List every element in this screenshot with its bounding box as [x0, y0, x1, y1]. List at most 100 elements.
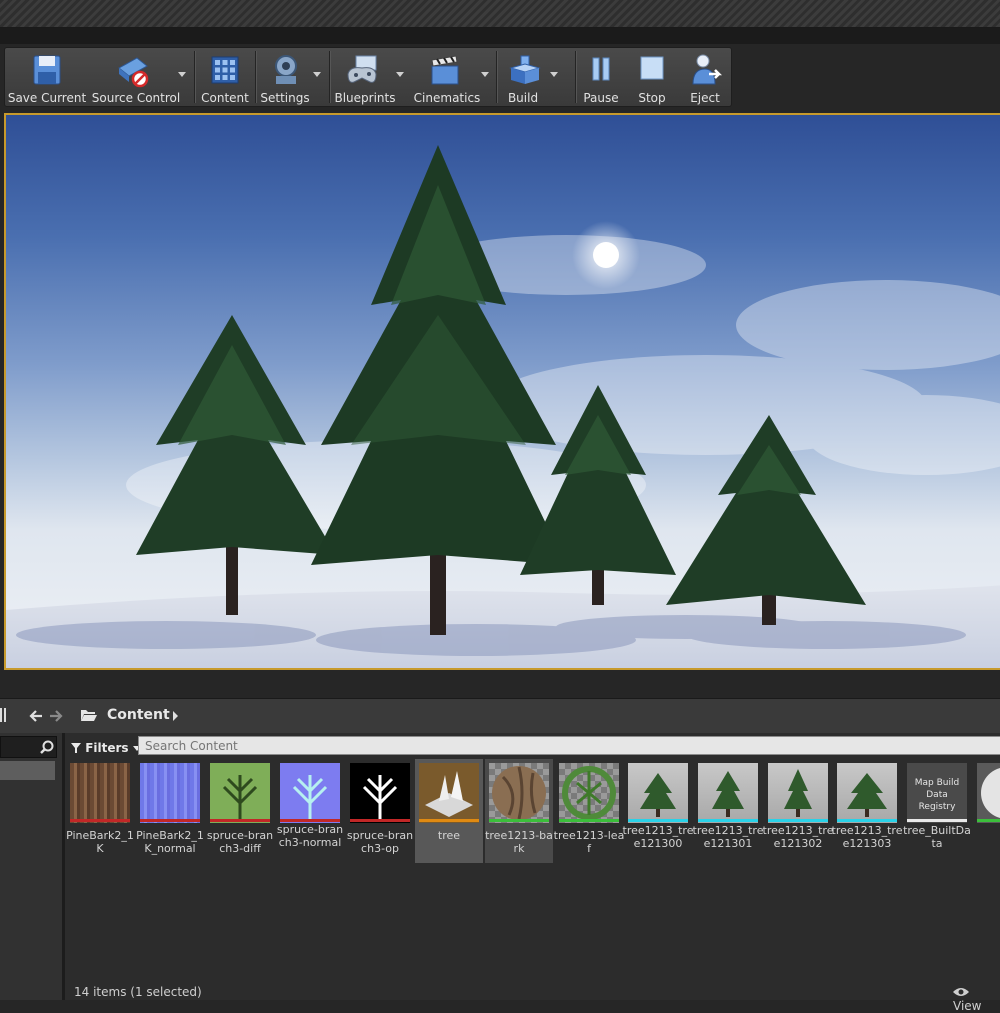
asset-type-bar [70, 819, 130, 822]
asset-tile[interactable] [973, 759, 1000, 863]
asset-label: tree1213-leaf [553, 829, 625, 855]
asset-label: PineBark2_1K [66, 829, 134, 855]
toolbar-area: Save Current Source Control Content Sett… [0, 44, 1000, 110]
chevron-down-icon[interactable] [550, 72, 558, 77]
gamepad-icon [347, 55, 377, 83]
asset-thumbnail [280, 763, 340, 823]
source-control-button[interactable]: Source Control [91, 48, 191, 106]
cinematics-button[interactable]: Cinematics [413, 48, 495, 106]
asset-tile[interactable]: PineBark2_1K [66, 759, 134, 863]
asset-tile[interactable]: tree1213_tree121303 [832, 759, 902, 863]
asset-tile[interactable]: Map Build Data Registry tree_BuiltData [903, 759, 971, 863]
toolbar-separator [496, 51, 498, 103]
asset-type-bar [698, 819, 758, 822]
clapperboard-icon [431, 55, 459, 85]
asset-tile-selected[interactable]: tree [415, 759, 483, 863]
search-content-input[interactable] [138, 736, 1000, 755]
pause-button[interactable]: Pause [579, 48, 623, 106]
asset-type-bar [210, 819, 270, 822]
content-browser-nav-bar: Content [0, 698, 1000, 734]
toolbar-separator [329, 51, 331, 103]
asset-type-bar [907, 819, 967, 822]
chevron-down-icon[interactable] [313, 72, 321, 77]
asset-thumbnail [70, 763, 130, 823]
asset-thumbnail [837, 763, 897, 823]
asset-type-bar [140, 819, 200, 822]
search-icon [40, 740, 54, 754]
window-title-bar [0, 0, 1000, 28]
asset-view: Filters PineBark2_1K PineBark2_1K_normal… [65, 733, 1000, 1013]
asset-thumbnail [210, 763, 270, 823]
asset-tile[interactable]: tree1213_tree121300 [622, 759, 694, 863]
chevron-down-icon[interactable] [178, 72, 186, 77]
asset-label: PineBark2_1K_normal [136, 829, 204, 855]
asset-label: spruce-branch3-diff [206, 829, 274, 855]
asset-thumbnail [768, 763, 828, 823]
eject-button[interactable]: Eject [683, 48, 727, 106]
asset-tile[interactable]: tree1213_tree121302 [762, 759, 834, 863]
pause-label: Pause [583, 91, 619, 105]
level-viewport[interactable] [4, 113, 1000, 670]
build-button[interactable]: Build [499, 48, 571, 106]
gear-icon [275, 55, 297, 84]
toolbar-separator [194, 51, 196, 103]
asset-thumbnail [977, 763, 1000, 823]
save-current-label: Save Current [7, 91, 87, 105]
stop-icon [640, 56, 664, 80]
asset-thumbnail [140, 763, 200, 823]
asset-type-bar [559, 819, 619, 822]
source-control-icon [118, 57, 149, 88]
eject-person-icon [692, 54, 723, 85]
asset-tile[interactable]: spruce-branch3-diff [206, 759, 274, 863]
asset-tile[interactable]: PineBark2_1K_normal [136, 759, 204, 863]
sources-selected-folder[interactable] [0, 761, 55, 780]
filters-button[interactable]: Filters [71, 737, 141, 759]
viewport-scene [6, 145, 1000, 668]
tab-strip [0, 28, 1000, 44]
chevron-down-icon[interactable] [396, 72, 404, 77]
settings-button[interactable]: Settings [258, 48, 326, 106]
asset-thumbnail [489, 763, 549, 823]
asset-label: tree1213_tree121301 [692, 824, 764, 850]
asset-tile[interactable]: spruce-branch3-normal [276, 759, 344, 863]
back-arrow-icon[interactable] [29, 709, 43, 723]
content-label: Content [201, 91, 249, 105]
asset-tile[interactable]: tree1213-bark [485, 759, 553, 863]
pause-icon [592, 57, 610, 81]
asset-label: spruce-branch3-op [346, 829, 414, 855]
stop-button[interactable]: Stop [631, 48, 673, 106]
asset-thumbnail [350, 763, 410, 823]
eject-label: Eject [690, 91, 720, 105]
settings-label: Settings [260, 91, 310, 105]
blueprints-label: Blueprints [334, 91, 396, 105]
save-current-button[interactable]: Save Current [5, 48, 89, 106]
build-label: Build [507, 91, 539, 105]
level-map-icon [425, 771, 473, 817]
asset-tile[interactable]: tree1213_tree121301 [692, 759, 764, 863]
asset-type-bar [768, 819, 828, 822]
chevron-down-icon[interactable] [481, 72, 489, 77]
asset-thumbnail [698, 763, 758, 823]
asset-tile[interactable]: spruce-branch3-op [346, 759, 414, 863]
asset-label: tree1213_tree121300 [622, 824, 694, 850]
asset-label: tree1213_tree121302 [762, 824, 834, 850]
panel-gap [0, 670, 1000, 696]
forward-arrow-icon[interactable] [49, 709, 63, 723]
blueprints-button[interactable]: Blueprints [332, 48, 412, 106]
content-button[interactable]: Content [198, 48, 252, 106]
tree-mesh-icon [784, 769, 812, 817]
view-options-button[interactable]: View [953, 985, 1000, 1013]
sources-search-field[interactable] [0, 736, 57, 758]
bark-material-sphere-icon [492, 766, 546, 820]
asset-count-status: 14 items (1 selected) [74, 985, 202, 999]
asset-type-bar [280, 819, 340, 822]
asset-type-bar [489, 819, 549, 822]
cinematics-label: Cinematics [413, 91, 481, 105]
panel-handle-icon[interactable] [0, 708, 8, 722]
chevron-right-icon[interactable] [172, 711, 180, 721]
asset-tile[interactable]: tree1213-leaf [553, 759, 625, 863]
breadcrumb-content[interactable]: Content [107, 707, 170, 723]
stop-label: Stop [638, 91, 666, 105]
sources-panel [0, 733, 65, 1000]
asset-type-bar [977, 819, 1000, 822]
